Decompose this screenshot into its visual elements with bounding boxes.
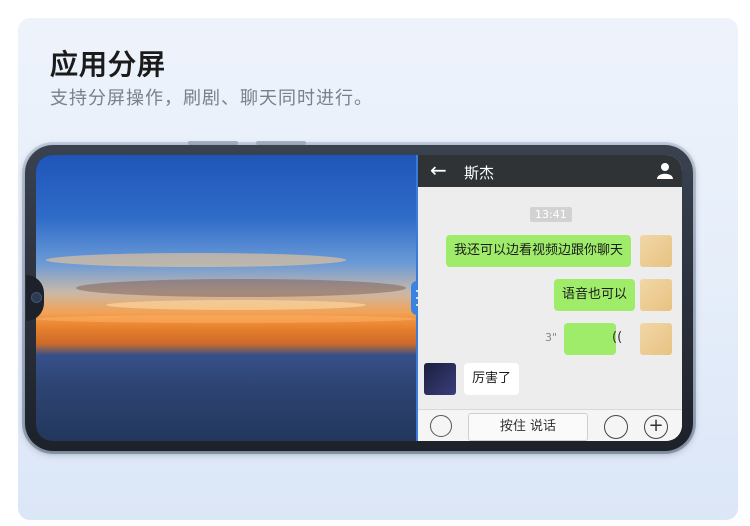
phone-screen: ← 斯杰 13:41 我还可以边看视频边跟你聊天 语音也可以 3" (( 厉害了… xyxy=(36,155,682,441)
avatar-me[interactable] xyxy=(640,323,672,355)
video-pane-sunset[interactable] xyxy=(36,155,416,441)
hold-to-talk-button[interactable]: 按住 说话 xyxy=(468,413,588,441)
cloud xyxy=(106,300,366,310)
feature-subtitle: 支持分屏操作，刷剧、聊天同时进行。 xyxy=(50,88,373,109)
chat-contact-name: 斯杰 xyxy=(464,164,495,182)
cloud xyxy=(46,253,346,267)
keyboard-icon[interactable] xyxy=(430,415,452,437)
person-icon[interactable] xyxy=(656,161,674,179)
arrow-left-icon[interactable]: ← xyxy=(430,158,447,182)
plus-icon[interactable]: + xyxy=(644,415,668,439)
voice-wave-icon: (( xyxy=(612,330,623,345)
cloud xyxy=(76,279,406,297)
front-camera xyxy=(31,292,42,303)
chat-header: ← 斯杰 xyxy=(418,155,682,187)
message-bubble-contact[interactable]: 厉害了 xyxy=(464,363,520,395)
avatar-me[interactable] xyxy=(640,235,672,267)
cloud xyxy=(36,315,416,323)
message-bubble-me[interactable]: 我还可以边看视频边跟你聊天 xyxy=(446,235,632,267)
message-timestamp: 13:41 xyxy=(530,207,572,222)
chat-pane: ← 斯杰 13:41 我还可以边看视频边跟你聊天 语音也可以 3" (( 厉害了… xyxy=(418,155,682,441)
message-bubble-me[interactable]: 语音也可以 xyxy=(554,279,636,311)
emoji-icon[interactable] xyxy=(604,415,628,439)
chat-input-bar: 按住 说话 + xyxy=(418,409,682,441)
voice-message-bubble[interactable] xyxy=(564,323,616,355)
voice-duration: 3" xyxy=(545,331,558,344)
feature-title: 应用分屏 xyxy=(50,48,167,81)
avatar-contact[interactable] xyxy=(424,363,456,395)
avatar-me[interactable] xyxy=(640,279,672,311)
